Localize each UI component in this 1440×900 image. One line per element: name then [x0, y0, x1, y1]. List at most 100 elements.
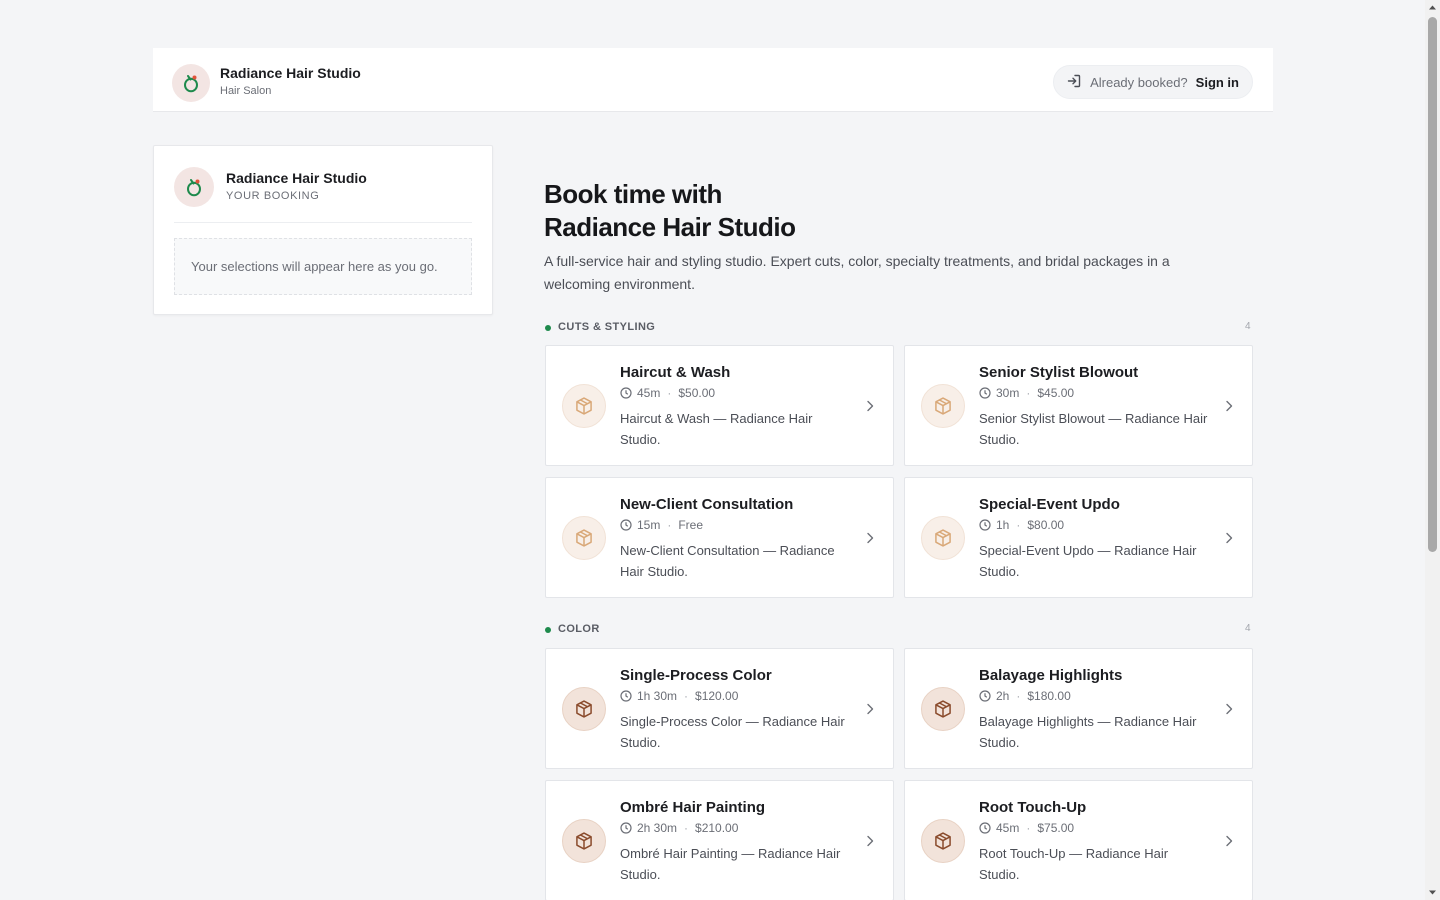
service-description: New-Client Consultation — Radiance Hair … — [620, 543, 835, 579]
meta-separator: · — [1026, 386, 1031, 400]
service-meta: 45m · $50.00 — [620, 386, 715, 400]
service-card-balayage-highlights[interactable]: Balayage Highlights 2h · $180.00 Balayag… — [904, 648, 1253, 769]
section-count: 4 — [1245, 623, 1251, 634]
scroll-down-arrow-icon[interactable] — [1428, 888, 1437, 897]
service-card-root-touch-up[interactable]: Root Touch-Up 45m · $75.00 Root Touch-Up… — [904, 780, 1253, 900]
service-card-senior-stylist-blowout[interactable]: Senior Stylist Blowout 30m · $45.00 Seni… — [904, 345, 1253, 466]
service-description: Single-Process Color — Radiance Hair Stu… — [620, 714, 845, 750]
scrollbar-thumb[interactable] — [1428, 17, 1437, 552]
service-card-new-client-consultation[interactable]: New-Client Consultation 15m · Free New-C… — [545, 477, 894, 598]
service-box-icon — [562, 516, 606, 560]
page-title-line2: Radiance Hair Studio — [544, 212, 796, 242]
chevron-right-icon — [867, 835, 874, 847]
service-meta: 1h 30m · $120.00 — [620, 689, 738, 703]
service-meta: 1h · $80.00 — [979, 518, 1064, 532]
sign-in-prompt: Already booked? — [1090, 74, 1188, 90]
meta-separator: · — [684, 821, 689, 835]
service-card-haircut-wash[interactable]: Haircut & Wash 45m · $50.00 Haircut & Wa… — [545, 345, 894, 466]
meta-separator: · — [1026, 821, 1031, 835]
service-duration: 30m — [996, 386, 1020, 400]
service-price: $180.00 — [1027, 689, 1071, 703]
sign-in-button[interactable]: Already booked? Sign in — [1053, 65, 1253, 99]
page-scrollbar[interactable] — [1425, 0, 1440, 900]
service-meta: 30m · $45.00 — [979, 386, 1074, 400]
clock-icon — [979, 690, 991, 702]
section-dot-icon — [545, 325, 551, 331]
service-box-icon — [562, 687, 606, 731]
meta-separator: · — [667, 386, 672, 400]
service-card-ombre-hair-painting[interactable]: Ombré Hair Painting 2h 30m · $210.00 Omb… — [545, 780, 894, 900]
service-meta: 15m · Free — [620, 518, 703, 532]
service-box-icon — [921, 384, 965, 428]
chevron-right-icon — [867, 532, 874, 544]
clock-icon — [620, 822, 632, 834]
page-description: A full-service hair and styling studio. … — [544, 253, 1170, 292]
page-title-line1: Book time with — [544, 179, 722, 209]
clock-icon — [620, 690, 632, 702]
section-header-color: COLOR 4 — [544, 623, 1253, 637]
booking-empty-state: Your selections will appear here as you … — [174, 238, 472, 295]
service-duration: 1h 30m — [637, 689, 678, 703]
brand-category: Hair Salon — [220, 85, 272, 97]
service-description: Ombré Hair Painting — Radiance Hair Stud… — [620, 846, 841, 882]
service-price: Free — [678, 518, 704, 532]
booking-summary-card: Radiance Hair Studio YOUR BOOKING Your s… — [153, 145, 493, 315]
service-duration: 15m — [637, 518, 661, 532]
section-count: 4 — [1245, 321, 1251, 332]
service-description: Root Touch-Up — Radiance Hair Studio. — [979, 846, 1169, 882]
service-name: Senior Stylist Blowout — [979, 364, 1139, 381]
service-name: New-Client Consultation — [620, 496, 794, 513]
service-price: $75.00 — [1037, 821, 1075, 835]
top-header: Radiance Hair Studio Hair Salon Already … — [153, 48, 1273, 112]
section-label: COLOR — [558, 623, 600, 635]
service-name: Haircut & Wash — [620, 364, 731, 381]
clock-icon — [979, 519, 991, 531]
service-name: Single-Process Color — [620, 667, 772, 684]
section-header-cuts-styling: CUTS & STYLING 4 — [544, 321, 1253, 335]
service-description: Senior Stylist Blowout — Radiance Hair S… — [979, 411, 1208, 447]
service-box-icon — [562, 384, 606, 428]
booking-studio-name: Radiance Hair Studio — [226, 170, 367, 186]
service-duration: 45m — [996, 821, 1020, 835]
service-meta: 2h 30m · $210.00 — [620, 821, 738, 835]
service-box-icon — [921, 819, 965, 863]
meta-separator: · — [667, 518, 672, 532]
booking-divider — [174, 222, 472, 223]
service-card-single-process-color[interactable]: Single-Process Color 1h 30m · $120.00 Si… — [545, 648, 894, 769]
chevron-right-icon — [1226, 400, 1233, 412]
clock-icon — [979, 387, 991, 399]
service-meta: 2h · $180.00 — [979, 689, 1071, 703]
booking-subtitle: YOUR BOOKING — [226, 190, 320, 202]
service-price: $80.00 — [1027, 518, 1065, 532]
chevron-right-icon — [867, 703, 874, 715]
service-description: Haircut & Wash — Radiance Hair Studio. — [620, 411, 813, 447]
service-price: $210.00 — [695, 821, 739, 835]
service-description: Balayage Highlights — Radiance Hair Stud… — [979, 714, 1197, 750]
chevron-right-icon — [1226, 532, 1233, 544]
service-duration: 2h — [996, 689, 1010, 703]
service-name: Balayage Highlights — [979, 667, 1123, 684]
service-name: Ombré Hair Painting — [620, 799, 766, 816]
chevron-right-icon — [1226, 835, 1233, 847]
scroll-up-arrow-icon[interactable] — [1428, 3, 1437, 12]
service-card-special-event-updo[interactable]: Special-Event Updo 1h · $80.00 Special-E… — [904, 477, 1253, 598]
clock-icon — [620, 519, 632, 531]
sign-in-icon — [1066, 73, 1082, 92]
service-duration: 2h 30m — [637, 821, 678, 835]
service-duration: 1h — [996, 518, 1010, 532]
meta-separator: · — [684, 689, 689, 703]
service-meta: 45m · $75.00 — [979, 821, 1074, 835]
sign-in-label: Sign in — [1195, 74, 1239, 90]
brand-name: Radiance Hair Studio — [220, 65, 361, 81]
booking-logo-icon — [174, 167, 214, 207]
meta-separator: · — [1016, 689, 1021, 703]
chevron-right-icon — [1226, 703, 1233, 715]
section-label: CUTS & STYLING — [558, 321, 656, 333]
chevron-right-icon — [867, 400, 874, 412]
service-duration: 45m — [637, 386, 661, 400]
brand-logo-icon — [172, 64, 210, 102]
clock-icon — [620, 387, 632, 399]
service-box-icon — [921, 516, 965, 560]
clock-icon — [979, 822, 991, 834]
page-title: Book time with Radiance Hair Studio — [544, 178, 1144, 244]
